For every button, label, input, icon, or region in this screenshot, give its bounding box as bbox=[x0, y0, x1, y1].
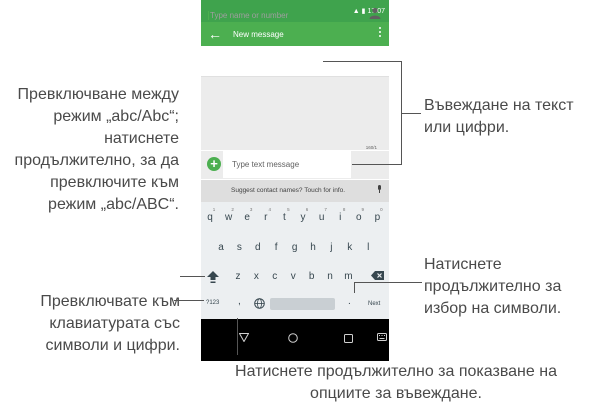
key-hint: 2 bbox=[231, 207, 234, 212]
suggestion-text[interactable]: Suggest contact names? Touch for info. bbox=[231, 187, 345, 194]
leader-line bbox=[354, 282, 422, 283]
callout-long-press-symbols: Натиснете продължително за избор на симв… bbox=[424, 256, 562, 317]
comma-key[interactable]: , bbox=[238, 296, 241, 307]
leader-line bbox=[323, 61, 402, 62]
nav-back-icon[interactable] bbox=[239, 333, 249, 342]
key-h[interactable]: h bbox=[306, 242, 320, 254]
person-icon[interactable] bbox=[369, 7, 381, 19]
char-counter: 160/1 bbox=[365, 145, 377, 150]
callout-input-options: Натиснете продължително за показване на … bbox=[235, 363, 557, 402]
phone-screen: ▲ ▮ 17:07 ← New message Type name or num… bbox=[201, 0, 389, 361]
conversation-area bbox=[201, 77, 389, 150]
signal-icon: ▲ bbox=[352, 8, 360, 15]
key-u[interactable]: u bbox=[315, 212, 329, 224]
space-key[interactable] bbox=[270, 298, 335, 310]
message-placeholder: Type text message bbox=[232, 160, 300, 169]
key-d[interactable]: d bbox=[251, 242, 265, 254]
symbols-key[interactable]: ?123 bbox=[206, 300, 219, 306]
backspace-icon[interactable] bbox=[371, 271, 384, 280]
app-bar: ← New message bbox=[201, 22, 389, 46]
key-hint: 8 bbox=[342, 207, 346, 212]
key-b[interactable]: b bbox=[305, 271, 319, 283]
next-key[interactable]: Next bbox=[368, 301, 380, 307]
key-e[interactable]: e bbox=[240, 212, 254, 224]
key-x[interactable]: x bbox=[249, 271, 263, 283]
page-title: New message bbox=[233, 30, 284, 39]
key-a[interactable]: a bbox=[214, 242, 228, 254]
key-i[interactable]: i bbox=[333, 212, 347, 224]
callout-shift-mode: Превключване между режим „abc/Abc“; нати… bbox=[14, 86, 179, 213]
period-key[interactable]: . bbox=[348, 296, 351, 307]
leader-line bbox=[237, 318, 238, 355]
key-n[interactable]: n bbox=[323, 271, 337, 283]
key-t[interactable]: t bbox=[277, 212, 291, 224]
plus-circle-icon[interactable]: + bbox=[207, 157, 221, 171]
key-f[interactable]: f bbox=[269, 242, 283, 254]
nav-recents-icon[interactable] bbox=[344, 334, 353, 343]
leader-line bbox=[352, 164, 402, 165]
key-g[interactable]: g bbox=[288, 242, 302, 254]
key-s[interactable]: s bbox=[232, 242, 246, 254]
key-p[interactable]: p bbox=[370, 212, 384, 224]
key-hint: 6 bbox=[305, 207, 309, 212]
keyboard-switch-icon[interactable] bbox=[377, 333, 387, 341]
leader-line bbox=[174, 300, 204, 301]
key-j[interactable]: j bbox=[324, 242, 338, 254]
mic-icon[interactable] bbox=[377, 185, 382, 193]
battery-icon: ▮ bbox=[361, 8, 366, 15]
key-hint: 7 bbox=[324, 207, 327, 212]
nav-home-icon[interactable] bbox=[288, 333, 298, 343]
callout-text-entry: Въвеждане на текст или цифри. bbox=[424, 97, 574, 136]
key-hint: 0 bbox=[380, 207, 383, 212]
shift-icon[interactable] bbox=[207, 271, 219, 283]
leader-line bbox=[354, 282, 355, 293]
key-y[interactable]: y bbox=[296, 212, 310, 224]
key-c[interactable]: c bbox=[268, 271, 282, 283]
key-w[interactable]: w bbox=[222, 212, 236, 224]
key-hint: 4 bbox=[268, 207, 272, 212]
key-v[interactable]: v bbox=[286, 271, 300, 283]
arrow-left-icon[interactable]: ← bbox=[208, 24, 222, 44]
key-z[interactable]: z bbox=[231, 271, 245, 283]
key-k[interactable]: k bbox=[343, 242, 357, 254]
key-l[interactable]: l bbox=[361, 242, 375, 254]
key-o[interactable]: o bbox=[352, 212, 366, 224]
key-hint: 3 bbox=[249, 207, 253, 212]
callout-symbols-keyboard: Превключвате към клавиатурата със символ… bbox=[40, 293, 180, 354]
recipient-input[interactable]: Type name or number bbox=[208, 11, 288, 20]
globe-icon[interactable] bbox=[254, 298, 265, 309]
more-vert-icon[interactable] bbox=[379, 27, 381, 39]
key-r[interactable]: r bbox=[259, 212, 273, 224]
key-hint: 5 bbox=[287, 207, 290, 212]
key-hint: 9 bbox=[361, 207, 365, 212]
leader-line bbox=[401, 113, 421, 114]
key-hint: 1 bbox=[212, 207, 216, 212]
leader-line bbox=[180, 276, 205, 277]
key-q[interactable]: q bbox=[203, 212, 217, 224]
